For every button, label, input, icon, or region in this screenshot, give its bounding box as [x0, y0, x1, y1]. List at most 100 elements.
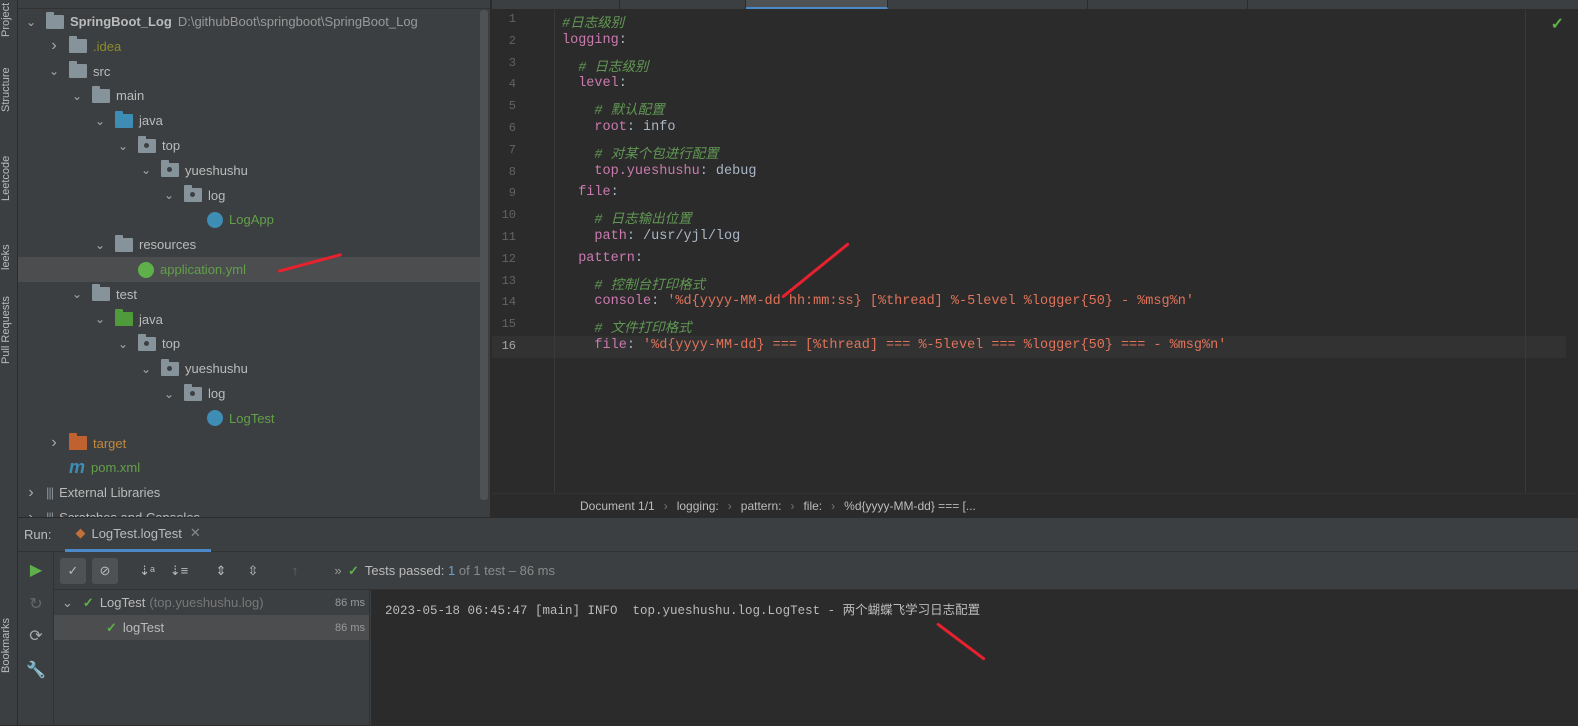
- console-output[interactable]: 2023-05-18 06:45:47 [main] INFO top.yues…: [371, 590, 1578, 726]
- tree-item[interactable]: ⌄ SpringBoot_Log D:\githubBoot\springboot\…: [18, 9, 480, 34]
- tree-item-label: External Libraries: [59, 485, 161, 501]
- tool-window-strip: Project Structure Leetcode leeks Pull Re…: [0, 0, 18, 725]
- code-line[interactable]: top.yueshushu: debug: [562, 164, 756, 179]
- editor-tab-active[interactable]: [746, 0, 888, 9]
- tree-item[interactable]: m pom.xml: [18, 455, 480, 480]
- code-line[interactable]: # 控制台打印格式: [562, 273, 705, 294]
- tree-item[interactable]: › ||| External Libraries: [18, 480, 480, 505]
- code-line[interactable]: file:: [562, 185, 619, 200]
- code-line[interactable]: # 日志输出位置: [562, 207, 692, 229]
- tree-item[interactable]: LogApp: [18, 207, 480, 232]
- code-editor[interactable]: 1 #日志级别 2 logging: 3 # 日志级别 4 level: 5 # 默认配置 6…: [492, 0, 1578, 517]
- code-line[interactable]: level:: [562, 76, 627, 91]
- bookmarks-tool-tab[interactable]: Bookmarks: [0, 610, 18, 680]
- chevron-down-icon[interactable]: ⌄: [93, 238, 107, 252]
- run-tab[interactable]: ◆ LogTest.logTest ✕: [65, 518, 211, 552]
- tree-item[interactable]: ⌄ top: [18, 133, 480, 158]
- project-tool-tab[interactable]: Project: [0, 0, 18, 40]
- code-line[interactable]: # 日志级别: [562, 55, 648, 76]
- show-passed-icon[interactable]: ✓: [60, 557, 86, 584]
- breadcrumb-item[interactable]: pattern:: [741, 499, 782, 513]
- sort-duration-icon[interactable]: ⇣≡: [166, 563, 192, 579]
- expand-all-icon[interactable]: ⇕: [208, 563, 234, 579]
- previous-icon[interactable]: ↑: [282, 563, 308, 578]
- tree-item[interactable]: ⌄ resources: [18, 232, 480, 257]
- test-result-row[interactable]: ✓ logTest 86 ms: [54, 615, 369, 640]
- wrench-icon[interactable]: 🔧: [23, 658, 49, 684]
- chevron-down-icon[interactable]: ⌄: [139, 163, 153, 177]
- chevron-down-icon[interactable]: ⌄: [162, 387, 176, 401]
- tree-item[interactable]: ⌄ log: [18, 183, 480, 208]
- tree-item[interactable]: ⌄ test: [18, 282, 480, 307]
- pull-requests-tool-tab[interactable]: Pull Requests: [0, 290, 18, 370]
- test-result-row[interactable]: ⌄ ✓ LogTest (top.yueshushu.log) 86 ms: [54, 590, 369, 615]
- leetcode-tool-tab[interactable]: Leetcode: [0, 150, 18, 206]
- chevron-down-icon[interactable]: ⌄: [24, 15, 38, 29]
- editor-tab[interactable]: [888, 0, 1088, 9]
- tree-item[interactable]: ⌄ src: [18, 59, 480, 84]
- tree-item[interactable]: ⌄ main: [18, 83, 480, 108]
- code-line[interactable]: # 默认配置: [562, 98, 664, 119]
- rerun-icon[interactable]: ▶: [23, 558, 49, 584]
- excluded-folder-icon: [69, 433, 87, 451]
- code-token: file: [594, 338, 627, 353]
- chevron-down-icon[interactable]: ⌄: [47, 64, 61, 78]
- chevron-right-icon[interactable]: ›: [24, 484, 38, 502]
- editor-tab[interactable]: [620, 0, 746, 9]
- checkmark-icon[interactable]: ✓: [1551, 14, 1564, 34]
- tree-item[interactable]: ⌄ yueshushu: [18, 356, 480, 381]
- tree-item[interactable]: LogTest: [18, 406, 480, 431]
- chevron-down-icon[interactable]: ⌄: [93, 114, 107, 128]
- chevron-down-icon[interactable]: ⌄: [116, 337, 130, 351]
- code-line[interactable]: # 对某个包进行配置: [562, 142, 718, 163]
- chevron-down-icon[interactable]: ⌄: [139, 362, 153, 376]
- structure-tool-tab[interactable]: Structure: [0, 62, 18, 118]
- chevron-down-icon[interactable]: ⌄: [62, 595, 73, 611]
- code-line[interactable]: logging:: [562, 33, 627, 48]
- code-line[interactable]: #日志级别: [562, 11, 624, 32]
- breadcrumb-item[interactable]: %d{yyyy-MM-dd} === [...: [844, 499, 976, 513]
- code-token: :: [651, 294, 668, 310]
- breadcrumb-separator-icon: ›: [831, 498, 836, 513]
- tree-item[interactable]: application.yml: [18, 257, 480, 282]
- chevron-down-icon[interactable]: ⌄: [93, 312, 107, 326]
- chevron-down-icon[interactable]: ⌄: [162, 188, 176, 202]
- chevron-right-icon[interactable]: ›: [47, 37, 61, 55]
- sort-alpha-icon[interactable]: ⇣ᵃ: [134, 563, 160, 579]
- tree-item[interactable]: ⌄ java: [18, 108, 480, 133]
- breadcrumb-item[interactable]: logging:: [677, 499, 719, 513]
- tree-item[interactable]: ⌄ java: [18, 307, 480, 332]
- collapse-all-icon[interactable]: ⇳: [240, 563, 266, 579]
- breadcrumb-item[interactable]: Document 1/1: [580, 499, 655, 513]
- code-line[interactable]: # 文件打印格式: [562, 316, 691, 337]
- chevron-right-icon[interactable]: ›: [47, 434, 61, 452]
- line-number: 8: [508, 164, 516, 179]
- editor-tab[interactable]: [492, 0, 620, 9]
- editor-tab[interactable]: [1088, 0, 1248, 9]
- more-icon[interactable]: »: [328, 563, 348, 578]
- pass-icon: ✓: [348, 562, 359, 578]
- code-line[interactable]: path: /usr/yjl/log: [562, 229, 740, 244]
- code-line[interactable]: console: '%d{yyyy-MM-dd hh:mm:ss} [%thre…: [562, 294, 1194, 309]
- close-icon[interactable]: ✕: [190, 525, 201, 541]
- tree-item[interactable]: › ||| Scratches and Consoles: [18, 505, 480, 518]
- breadcrumb-item[interactable]: file:: [803, 499, 822, 513]
- code-token: # 日志输出位置: [594, 213, 692, 229]
- tree-item[interactable]: › target: [18, 431, 480, 456]
- tree-item[interactable]: ⌄ yueshushu: [18, 158, 480, 183]
- tree-item[interactable]: › .idea: [18, 34, 480, 59]
- chevron-right-icon[interactable]: ›: [24, 509, 38, 518]
- show-ignored-icon[interactable]: ⊘: [92, 557, 118, 584]
- chevron-down-icon[interactable]: ⌄: [116, 139, 130, 153]
- code-line[interactable]: file: '%d{yyyy-MM-dd} === [%thread] === …: [562, 338, 1226, 353]
- rerun-failed-icon[interactable]: ↻: [23, 592, 49, 618]
- tree-scrollbar[interactable]: [480, 10, 488, 500]
- tree-item[interactable]: ⌄ top: [18, 331, 480, 356]
- toggle-auto-test-icon[interactable]: ⟳: [23, 624, 49, 650]
- code-line[interactable]: root: info: [562, 120, 675, 135]
- chevron-down-icon[interactable]: ⌄: [70, 89, 84, 103]
- leeks-tool-tab[interactable]: leeks: [0, 240, 18, 274]
- tree-item[interactable]: ⌄ log: [18, 381, 480, 406]
- chevron-down-icon[interactable]: ⌄: [70, 287, 84, 301]
- code-line[interactable]: pattern:: [562, 251, 643, 266]
